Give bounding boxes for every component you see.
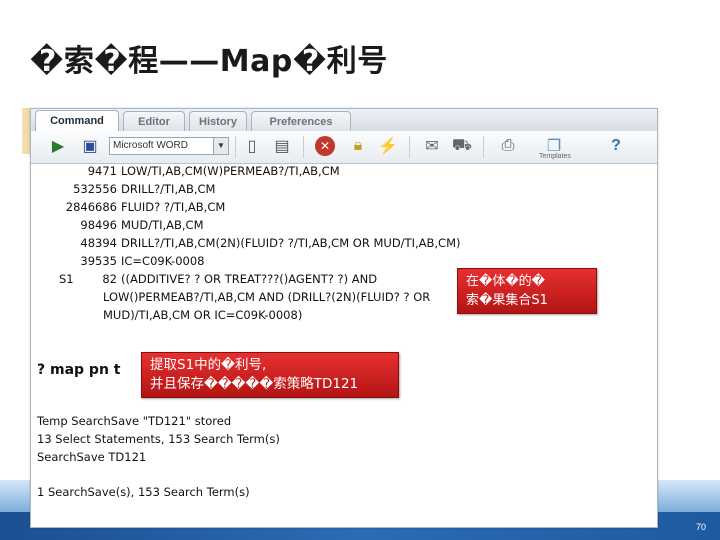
tab-bar: Command Editor History Preferences [31, 109, 657, 132]
lock-icon[interactable]: 🔒︎ [347, 135, 369, 157]
database-select-value: Microsoft WORD [113, 140, 188, 151]
chevron-down-icon[interactable]: ▼ [213, 138, 228, 154]
save-icon[interactable]: ▣ [79, 135, 101, 157]
set-query-line: LOW()PERMEAB?/TI,AB,CM AND (DRILL?(2N)(F… [103, 290, 431, 304]
slide-title: �索�程——Map�利号 [30, 44, 388, 79]
output-line: Temp SearchSave "TD121" stored [37, 414, 232, 428]
output-line: SearchSave TD121 [37, 450, 147, 464]
print-preview-icon[interactable]: ▤ [271, 135, 293, 157]
set-query-line: ((ADDITIVE? ? OR TREAT???()AGENT? ?) AND [121, 272, 378, 286]
help-icon[interactable]: ? [605, 135, 627, 157]
run-icon[interactable]: ▶ [47, 135, 69, 157]
toolbar-divider [235, 136, 236, 158]
command-output: 9471 LOW/TI,AB,CM(W)PERMEAB?/TI,AB,CM 53… [31, 164, 657, 526]
toolbar-divider [303, 136, 304, 158]
templates-label: Templates [539, 153, 571, 160]
toolbar: ▶ ▣ Microsoft WORD ▼ ▯ ▤ ✕ 🔒︎ ⚡ ✉ ⛟ ⎙ ❐ … [31, 131, 657, 164]
toolbar-divider [483, 136, 484, 158]
tab-history[interactable]: History [189, 111, 247, 131]
page-number: 70 [695, 522, 706, 532]
cancel-icon[interactable]: ✕ [315, 136, 335, 156]
dialog-window: Command Editor History Preferences ▶ ▣ M… [30, 108, 658, 528]
output-line: 1 SearchSave(s), 153 Search Term(s) [37, 485, 250, 499]
output-line: 13 Select Statements, 153 Search Term(s) [37, 432, 280, 446]
toolbar-divider [409, 136, 410, 158]
printer-icon[interactable]: ⎙ [497, 135, 519, 157]
new-document-icon[interactable]: ▯ [241, 135, 263, 157]
callout-s1: 在�体�的� 索�果集合S1 [457, 268, 597, 314]
database-select[interactable]: Microsoft WORD ▼ [109, 137, 229, 155]
command-input[interactable]: ? map pn t [37, 362, 120, 378]
tab-editor[interactable]: Editor [123, 111, 185, 131]
connect-icon[interactable]: ⚡ [377, 135, 399, 157]
set-query-line: MUD)/TI,AB,CM OR IC=C09K-0008) [103, 308, 303, 322]
email-icon[interactable]: ✉ [421, 135, 443, 157]
tab-command[interactable]: Command [35, 110, 119, 131]
tab-preferences[interactable]: Preferences [251, 111, 351, 131]
callout-map: 提取S1中的�利号, 并且保存�����索策略TD121 [141, 352, 399, 398]
cart-icon[interactable]: ⛟ [451, 135, 473, 157]
